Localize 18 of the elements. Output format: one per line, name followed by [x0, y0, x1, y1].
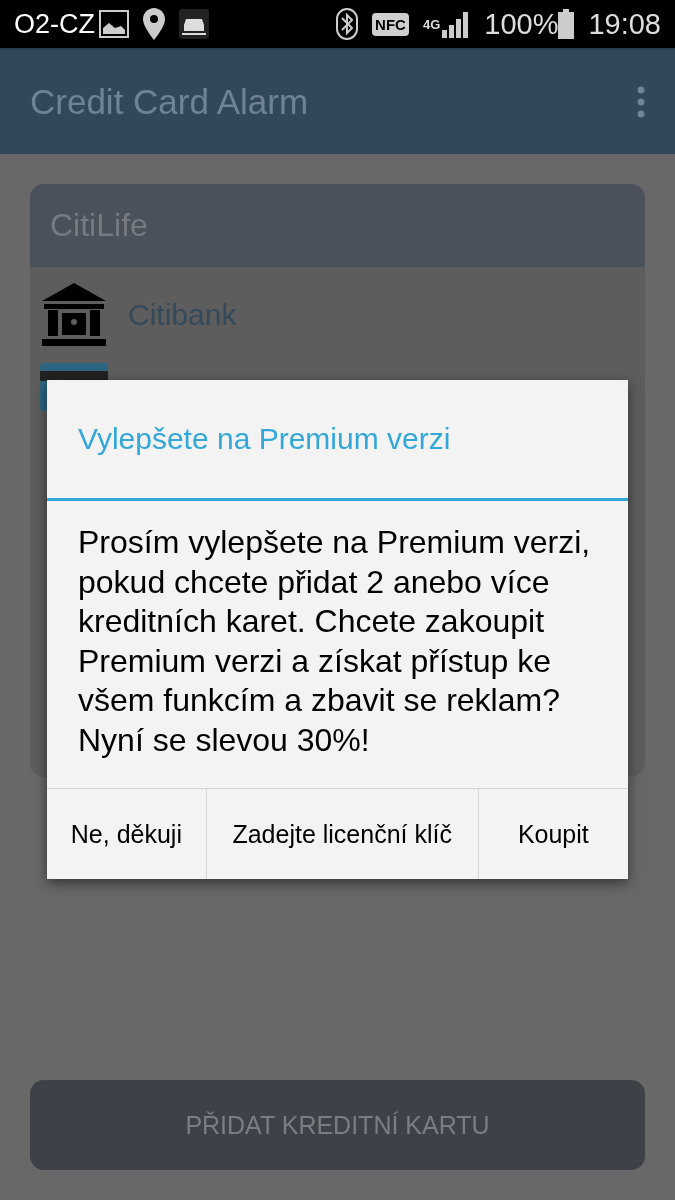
image-icon — [99, 10, 129, 38]
app-title: Credit Card Alarm — [30, 82, 310, 122]
battery-icon — [558, 9, 575, 39]
dialog-message: Prosím vylepšete na Premium verzi, pokud chcete přidat 2 anebo více kreditních karet. Chcete zakoupit Premium verzi a získat přístup ke všem funkcím a zbavit se reklam? Nyní se slevou 30%! — [47, 501, 628, 789]
bank-icon — [40, 283, 108, 347]
dialog-button[interactable]: Zadejte licenční klíč — [205, 789, 478, 879]
battery-percent: 100% — [484, 7, 559, 41]
dialog-button[interactable]: Koupit — [477, 789, 628, 879]
network-type: 4G — [422, 17, 441, 31]
dialog-title: Vylepšete na Premium verzi — [47, 380, 628, 501]
overflow-menu-icon[interactable] — [637, 86, 645, 118]
signal-icon — [442, 10, 471, 38]
location-pin-icon — [143, 8, 165, 40]
dialog-button[interactable]: Ne, děkuji — [47, 789, 206, 879]
clock-time: 19:08 — [588, 7, 661, 41]
bluetooth-icon — [336, 8, 359, 40]
nfc-badge: NFC — [372, 12, 409, 36]
carrier-name: O2-CZ — [14, 8, 95, 40]
